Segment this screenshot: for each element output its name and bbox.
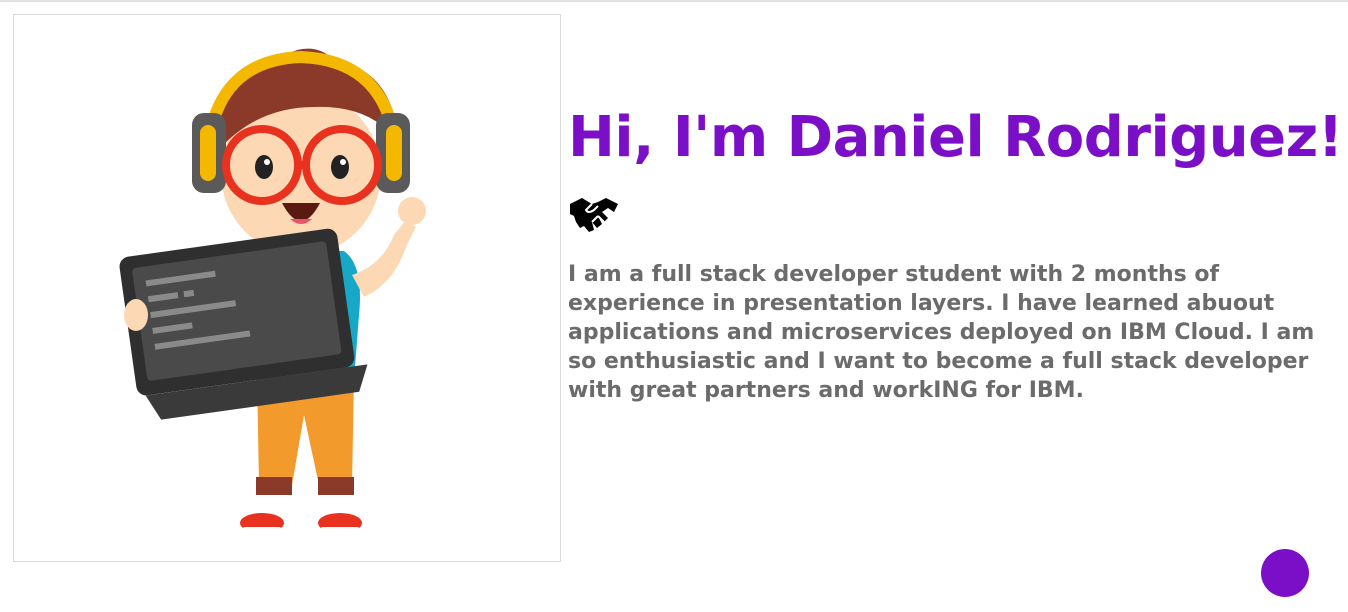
kid-with-laptop-illustration <box>119 48 426 533</box>
handshake-icon <box>568 194 620 234</box>
bio-paragraph: I am a full stack developer student with… <box>568 262 1315 403</box>
greeting-heading: Hi, I'm Daniel Rodriguez! <box>568 105 1343 170</box>
top-divider <box>0 0 1348 2</box>
floating-action-button[interactable] <box>1261 549 1309 597</box>
hero-illustration <box>13 14 561 562</box>
intro-section: Hi, I'm Daniel Rodriguez! I am a full st… <box>568 100 1343 405</box>
